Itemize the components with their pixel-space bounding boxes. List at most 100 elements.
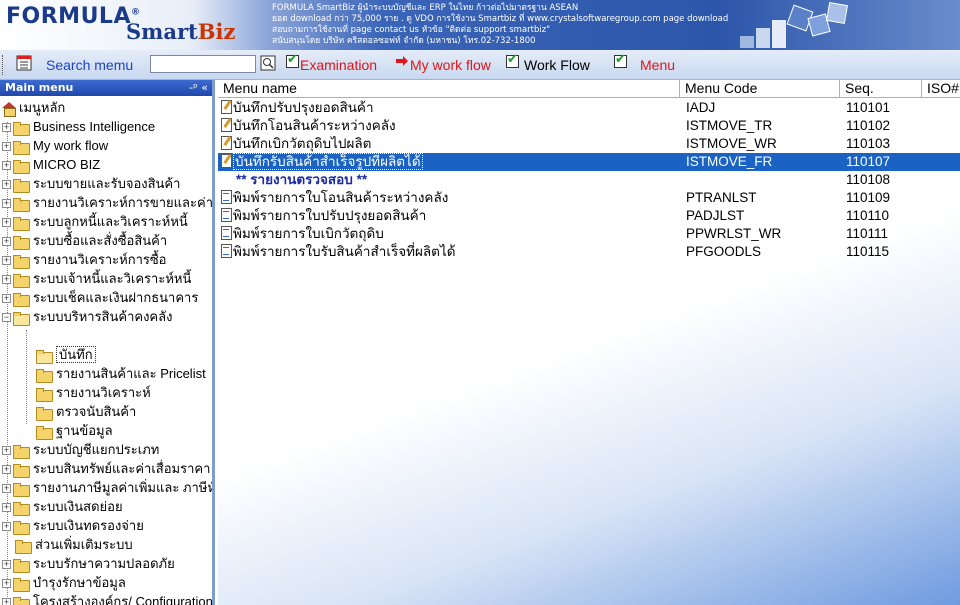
expand-icon[interactable]: +: [2, 180, 11, 190]
expand-icon[interactable]: +: [2, 237, 11, 247]
tree-root[interactable]: เมนูหลัก: [2, 98, 65, 118]
table-row[interactable]: พิมพ์รายการใบปรับปรุงยอดสินค้า PADJLST 1…: [218, 207, 960, 225]
sidebar-pin-collapse-buttons[interactable]: -ᵖ «: [189, 80, 208, 96]
tree-item[interactable]: + ระบบขายและรับจองสินค้า: [2, 174, 180, 193]
folder-icon: [13, 254, 30, 269]
folder-icon: [36, 425, 53, 440]
tree-subitem[interactable]: รายงานสินค้าและ Pricelist: [36, 364, 206, 383]
expand-icon[interactable]: +: [2, 522, 11, 532]
edit-doc-icon: [220, 118, 232, 132]
table-row[interactable]: บันทึกปรับปรุงยอดสินค้า IADJ 110101: [218, 99, 960, 117]
expand-icon[interactable]: +: [2, 161, 11, 171]
menu-checkbox[interactable]: [614, 52, 627, 68]
folder-icon: [13, 292, 30, 307]
expand-icon[interactable]: +: [2, 218, 11, 228]
tree-item[interactable]: + MICRO BIZ: [2, 155, 100, 174]
search-go-icon[interactable]: [260, 55, 276, 71]
folder-open-icon: [13, 311, 30, 326]
tree-item[interactable]: + โครงสร้างองค์กร/ Configuration: [2, 592, 212, 605]
tree-item[interactable]: + ระบบเช็คและเงินฝากธนาคาร: [2, 288, 198, 307]
print-doc-icon: [220, 244, 232, 258]
grid-header: Menu name Menu Code Seq. ISO#: [218, 80, 960, 98]
expand-icon[interactable]: +: [2, 123, 11, 133]
my-work-flow-button[interactable]: My work flow: [410, 57, 491, 73]
tree-item[interactable]: + ระบบบัญชีแยกประเภท: [2, 440, 159, 459]
column-header-menu-code[interactable]: Menu Code: [680, 80, 840, 98]
tree-item[interactable]: + My work flow: [2, 136, 108, 155]
workflow-checkbox[interactable]: [506, 52, 519, 68]
expand-icon[interactable]: +: [2, 484, 11, 494]
column-header-iso[interactable]: ISO#: [922, 80, 960, 98]
tree-item[interactable]: + บำรุงรักษาข้อมูล: [2, 573, 126, 592]
tree-item-inventory[interactable]: − ระบบบริหารสินค้าคงคลัง: [2, 307, 172, 326]
folder-icon: [13, 273, 30, 288]
tree-item[interactable]: + ระบบเงินทดรองจ่าย: [2, 516, 144, 535]
banner-decoration-icon: [740, 2, 849, 48]
expand-icon[interactable]: +: [2, 142, 11, 152]
tree-item[interactable]: +รายงานวิเคราะห์การขายและค่าคอม: [2, 193, 212, 212]
folder-icon: [13, 197, 30, 212]
search-menu-input[interactable]: [150, 55, 256, 73]
tree-item[interactable]: ส่วนเพิ่มเติมระบบ: [15, 535, 133, 554]
column-header-menu-name[interactable]: Menu name: [218, 80, 680, 98]
examination-checkbox[interactable]: [286, 52, 299, 68]
tree-guide-line: [26, 330, 27, 424]
expand-icon[interactable]: +: [2, 446, 11, 456]
expand-icon[interactable]: +: [2, 579, 11, 589]
expand-icon[interactable]: +: [2, 465, 11, 475]
tree-item[interactable]: + Business Intelligence: [2, 117, 155, 136]
folder-icon: [13, 235, 30, 250]
expand-icon[interactable]: +: [2, 503, 11, 513]
column-header-seq[interactable]: Seq.: [840, 80, 922, 98]
expand-icon[interactable]: +: [2, 199, 11, 209]
main-menu-sidebar: Main menu -ᵖ « เมนูหลัก + Business Intell…: [0, 80, 215, 605]
edit-doc-icon: [220, 136, 232, 150]
tree-item[interactable]: + ระบบเจ้าหนี้และวิเคราะห์หนี้: [2, 269, 191, 288]
table-row[interactable]: บันทึกเบิกวัตถุดิบไปผลิต ISTMOVE_WR 1101…: [218, 135, 960, 153]
tree-subitem[interactable]: ตรวจนับสินค้า: [36, 402, 136, 421]
toolbar-grip[interactable]: [2, 55, 5, 75]
folder-icon: [13, 577, 30, 592]
sidebar-header: Main menu -ᵖ «: [0, 80, 212, 96]
expand-icon[interactable]: +: [2, 294, 11, 304]
collapse-icon[interactable]: −: [2, 313, 11, 323]
tree-item[interactable]: + ระบบซื้อและสั่งซื้อสินค้า: [2, 231, 167, 250]
print-doc-icon: [220, 208, 232, 222]
table-row[interactable]: พิมพ์รายการใบรับสินค้าสำเร็จที่ผลิตได้ P…: [218, 243, 960, 261]
folder-icon: [13, 140, 30, 155]
workflow-arrow-icon[interactable]: [394, 53, 410, 69]
menu-button[interactable]: Menu: [640, 57, 675, 73]
table-row-selected[interactable]: บันทึกรับสินค้าสำเร็จรูปที่ผลิตได้ ISTMO…: [218, 153, 960, 171]
tree-item[interactable]: + ระบบสินทรัพย์และค่าเสื่อมราคา: [2, 459, 210, 478]
expand-icon[interactable]: +: [2, 256, 11, 266]
table-row[interactable]: พิมพ์รายการใบโอนสินค้าระหว่างคลัง PTRANL…: [218, 189, 960, 207]
expand-icon[interactable]: +: [2, 598, 11, 605]
table-row-section-header[interactable]: ** รายงานตรวจสอบ ** 110108: [218, 171, 960, 189]
folder-icon: [13, 463, 30, 478]
logo-formula: FORMULA®: [6, 4, 141, 29]
sidebar-title: Main menu: [5, 81, 74, 94]
expand-icon[interactable]: +: [2, 560, 11, 570]
menu-list-icon[interactable]: [16, 55, 32, 71]
table-row[interactable]: พิมพ์รายการใบเบิกวัตถุดิบ PPWRLST_WR 110…: [218, 225, 960, 243]
expand-icon[interactable]: +: [2, 275, 11, 285]
tree-subitem[interactable]: รายงานวิเคราะห์: [36, 383, 151, 402]
tree-item[interactable]: + รายงานภาษีมูลค่าเพิ่มและ ภาษีหัก: [2, 478, 212, 497]
work-flow-button[interactable]: Work Flow: [524, 57, 590, 73]
print-doc-icon: [220, 190, 232, 204]
edit-doc-icon: [220, 100, 232, 114]
folder-icon: [15, 539, 32, 554]
folder-open-icon: [36, 349, 53, 364]
tree-subitem[interactable]: ฐานข้อมูล: [36, 421, 113, 440]
examination-label[interactable]: Examination: [300, 57, 377, 73]
tree-subitem-record[interactable]: บันทึก: [36, 345, 96, 364]
main-toolbar: Search memu Examination My work flow Wor…: [0, 50, 960, 80]
tree-item[interactable]: + ระบบเงินสดย่อย: [2, 497, 123, 516]
folder-icon: [13, 482, 30, 497]
tree-item[interactable]: + ระบบรักษาความปลอดภัย: [2, 554, 175, 573]
banner-info-text: FORMULA SmartBiz ผู้นำระบบบัญชีและ ERP ใ…: [272, 3, 729, 46]
folder-icon: [13, 121, 30, 136]
tree-item[interactable]: + รายงานวิเคราะห์การซื้อ: [2, 250, 167, 269]
tree-item[interactable]: + ระบบลูกหนี้และวิเคราะห์หนี้: [2, 212, 188, 231]
table-row[interactable]: บันทึกโอนสินค้าระหว่างคลัง ISTMOVE_TR 11…: [218, 117, 960, 135]
